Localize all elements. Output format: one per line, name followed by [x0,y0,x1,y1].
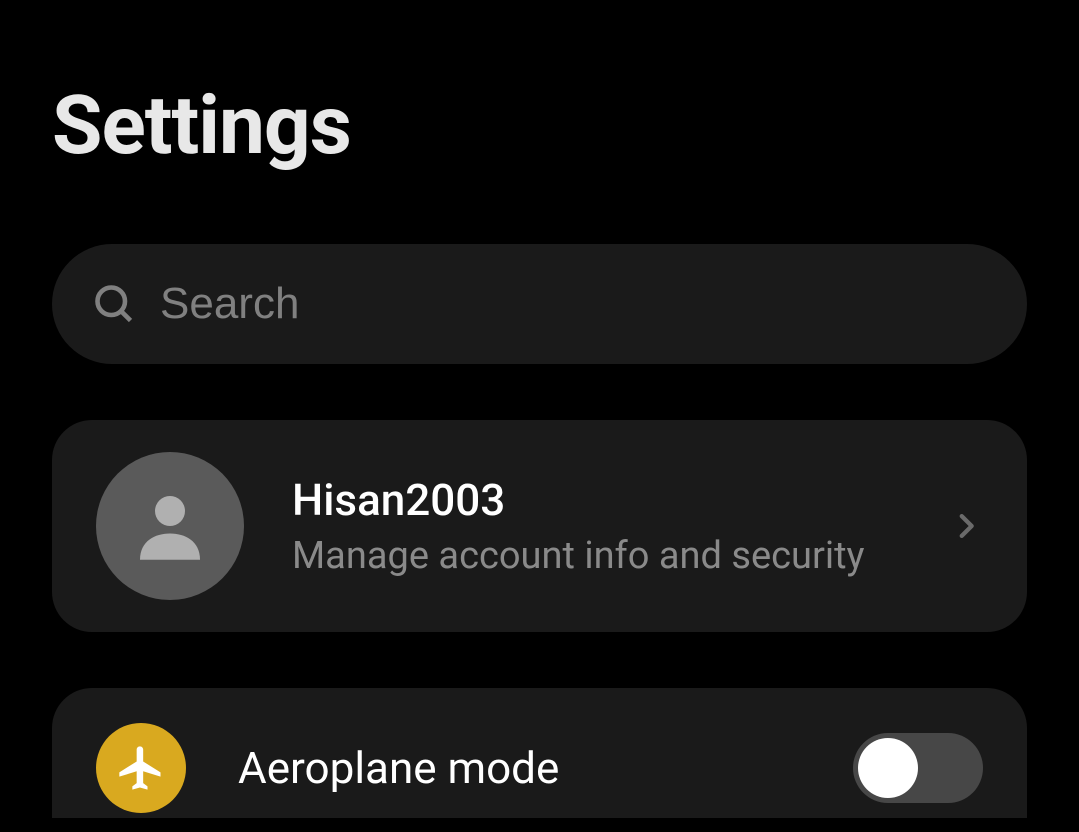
search-bar[interactable] [52,244,1027,364]
setting-label: Aeroplane mode [238,742,853,794]
chevron-right-icon [949,509,983,543]
account-name: Hisan2003 [292,474,949,526]
account-text: Hisan2003 Manage account info and securi… [292,474,949,578]
airplane-icon [96,723,186,813]
account-subtitle: Manage account info and security [292,534,949,578]
avatar [96,452,244,600]
page-title: Settings [52,0,1027,244]
toggle-knob [858,738,918,798]
search-icon [92,282,136,326]
setting-row-aeroplane[interactable]: Aeroplane mode [52,688,1027,818]
search-input[interactable] [160,279,987,329]
aeroplane-toggle[interactable] [853,733,983,803]
account-card[interactable]: Hisan2003 Manage account info and securi… [52,420,1027,632]
